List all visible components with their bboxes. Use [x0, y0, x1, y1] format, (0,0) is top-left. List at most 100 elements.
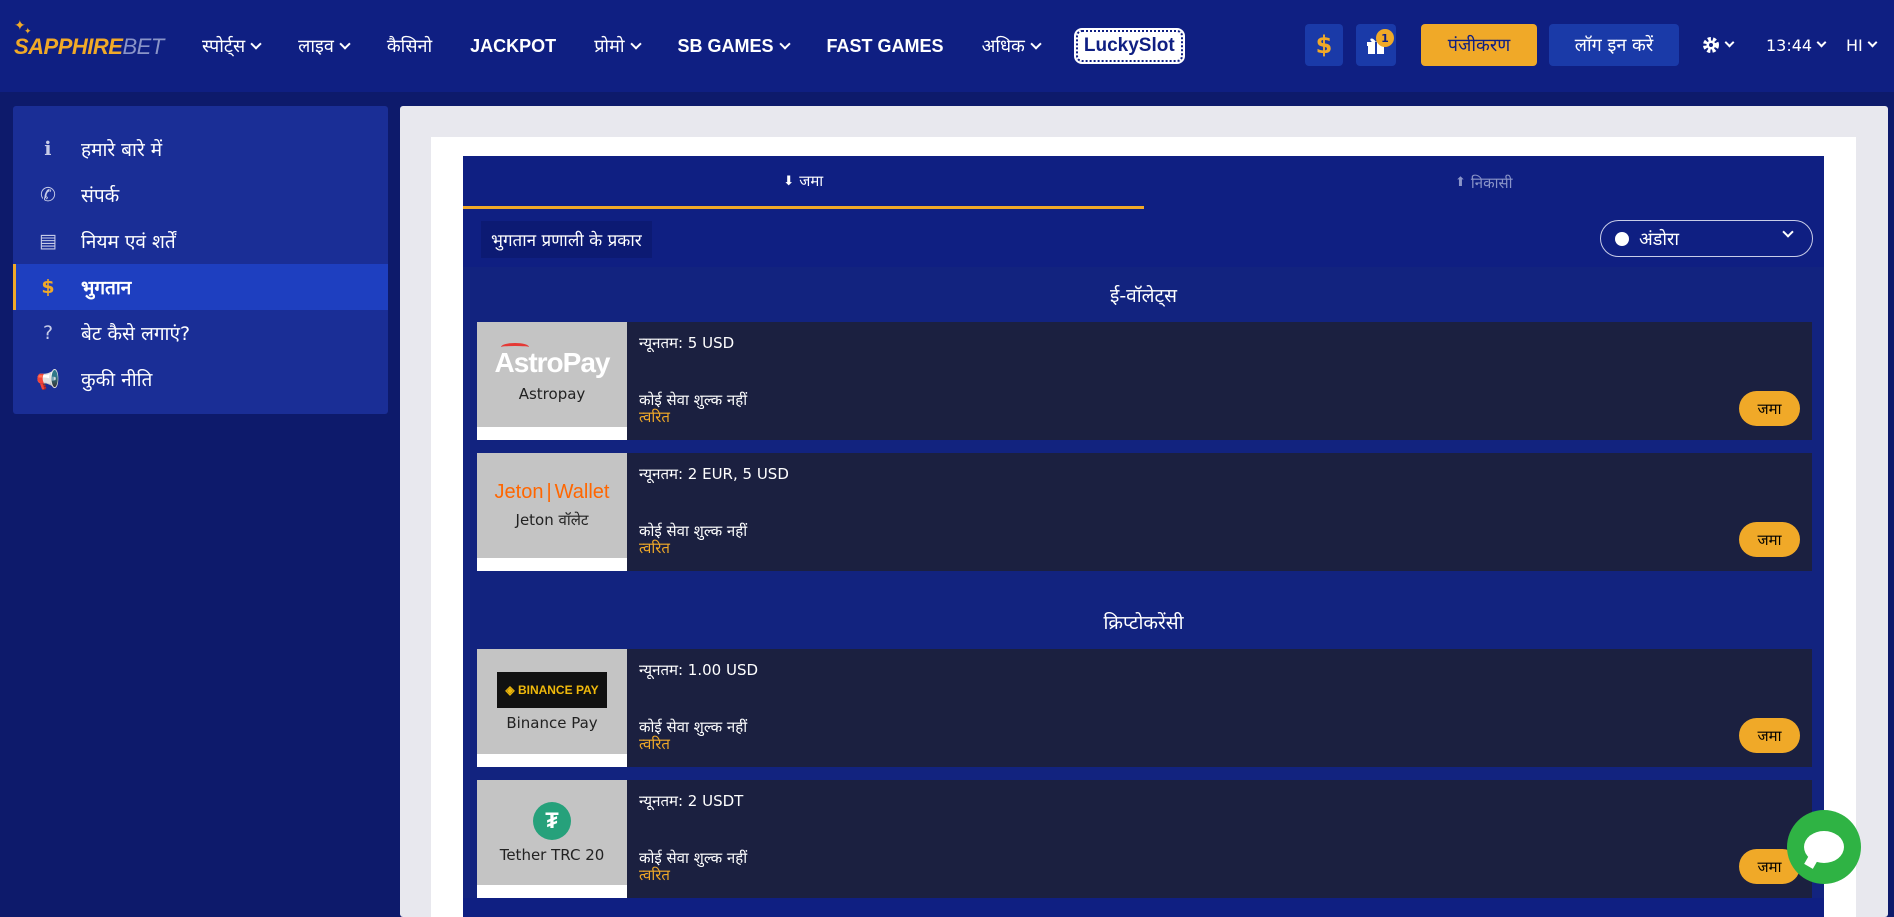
sidebar-item-label: हमारे बारे में — [81, 139, 163, 161]
nav-sports-label: स्पोर्ट्स — [202, 36, 246, 57]
deposit-button[interactable]: जमा — [1739, 522, 1800, 557]
sidebar-item-label: संपर्क — [81, 185, 120, 207]
live-chat-button[interactable] — [1787, 810, 1861, 884]
deposit-button[interactable]: जमा — [1739, 391, 1800, 426]
main-nav: स्पोर्ट्स लाइव कैसिनो JACKPOT प्रोमो SB … — [202, 0, 1221, 92]
nav-casino-label: कैसिनो — [386, 36, 433, 57]
nav-promo-label: प्रोमो — [594, 36, 625, 57]
tether-icon: ₮ — [533, 801, 571, 840]
gift-button[interactable]: 1 — [1356, 24, 1396, 66]
jeton-logo: Jeton | Wallet Jeton वॉलेट — [477, 453, 627, 558]
logo-text: SAPPHIREBET — [14, 34, 164, 60]
method-speed: त्वरित — [639, 408, 670, 426]
language-dropdown[interactable]: HI — [1846, 24, 1886, 66]
nav-sb-games[interactable]: SB GAMES — [677, 35, 791, 57]
nav-promo[interactable]: प्रोमो — [594, 34, 642, 58]
tab-deposit[interactable]: ⬇ जमा — [463, 156, 1144, 209]
clock-dropdown[interactable]: 13:44 — [1766, 24, 1832, 66]
sidebar-item-label: नियम एवं शर्तें — [81, 231, 176, 253]
nav-more-label: अधिक — [981, 36, 1025, 57]
method-info: न्यूनतम: 5 USD कोई सेवा शुल्क नहीं त्वरि… — [627, 322, 1812, 440]
deposit-button[interactable]: जमा — [1739, 718, 1800, 753]
nav-lucky-slot[interactable]: LuckySlot — [1073, 28, 1185, 64]
method-info: न्यूनतम: 1.00 USD कोई सेवा शुल्क नहीं त्… — [627, 649, 1812, 767]
chevron-down-icon — [1816, 37, 1827, 48]
download-icon: ⬇ — [783, 173, 795, 189]
register-label: पंजीकरण — [1447, 35, 1511, 56]
chevron-down-icon — [250, 37, 262, 50]
nav-fast-games[interactable]: FAST GAMES — [827, 36, 944, 57]
tab-withdrawal[interactable]: ⬆ निकासी — [1144, 156, 1825, 209]
login-button[interactable]: लॉग इन करें — [1549, 24, 1679, 66]
nav-more[interactable]: अधिक — [981, 34, 1042, 58]
payment-method-tether-trc20: ₮ Tether TRC 20 न्यूनतम: 2 USDT कोई सेवा… — [477, 780, 1812, 898]
gift-count-badge: 1 — [1376, 29, 1394, 47]
logo-text-bet: BET — [122, 34, 164, 59]
method-speed: त्वरित — [639, 866, 670, 884]
balance-button[interactable]: $ — [1305, 24, 1343, 66]
section-crypto: क्रिप्टोकरेंसी ◈ BINANCE PAY Binance Pay… — [463, 594, 1824, 898]
chevron-down-icon — [629, 37, 642, 50]
astropay-logo: AstroPay Astropay — [477, 322, 627, 427]
nav-fast-games-label: FAST GAMES — [826, 35, 944, 56]
settings-dropdown[interactable] — [1702, 24, 1746, 66]
nav-sports[interactable]: स्पोर्ट्स — [202, 34, 262, 58]
country-selected-value: अंडोरा — [1639, 228, 1680, 250]
sidebar-item-label: कुकी नीति — [81, 369, 153, 391]
sidebar-item-terms[interactable]: ▤ नियम एवं शर्तें — [13, 218, 388, 264]
clock-time: 13:44 — [1766, 35, 1813, 55]
info-icon: ℹ — [44, 138, 52, 160]
method-logo-card: AstroPay Astropay — [477, 322, 627, 440]
binance-wordmark: ◈ BINANCE PAY — [497, 671, 607, 708]
chevron-down-icon — [1782, 226, 1794, 238]
method-info: न्यूनतम: 2 USDT कोई सेवा शुल्क नहीं त्वर… — [627, 780, 1812, 898]
lucky-slot-label: LuckySlot — [1073, 28, 1185, 64]
sidebar-item-label: भुगतान — [81, 277, 132, 299]
nav-live[interactable]: लाइव — [298, 34, 351, 58]
jeton-divider: | — [546, 481, 552, 503]
chat-bubble-icon — [1804, 831, 1844, 863]
sidebar-item-cookie-policy[interactable]: 📢 कुकी नीति — [13, 356, 388, 402]
globe-icon — [1615, 231, 1629, 246]
sidebar-item-how-to-bet[interactable]: ? बेट कैसे लगाएं? — [13, 310, 388, 356]
chevron-down-icon — [1030, 37, 1042, 50]
method-minimum: न्यूनतम: 1.00 USD — [639, 661, 759, 679]
method-name: Binance Pay — [506, 713, 598, 732]
sapphirebet-logo[interactable]: ✦ ✦ SAPPHIREBET — [14, 18, 164, 68]
method-minimum: न्यूनतम: 5 USD — [639, 334, 735, 352]
method-info: न्यूनतम: 2 EUR, 5 USD कोई सेवा शुल्क नही… — [627, 453, 1812, 571]
payment-tabs: ⬇ जमा ⬆ निकासी — [463, 156, 1824, 209]
gear-icon — [1703, 37, 1719, 53]
chevron-down-icon — [1724, 37, 1735, 48]
sidebar-item-payments[interactable]: $ भुगतान — [13, 264, 388, 310]
nav-jackpot-label: JACKPOT — [470, 35, 557, 56]
logo-text-sapphire: SAPPHIRE — [14, 34, 123, 59]
phone-icon: ✆ — [40, 184, 56, 206]
astropay-wordmark: AstroPay — [495, 342, 610, 379]
method-name: Jeton वॉलेट — [515, 511, 589, 529]
jeton-wordmark-b: Wallet — [554, 481, 610, 503]
dollar-icon: $ — [1315, 31, 1333, 59]
sidebar-item-contact[interactable]: ✆ संपर्क — [13, 172, 388, 218]
dollar-icon: $ — [41, 276, 55, 298]
nav-sb-games-label: SB GAMES — [677, 35, 774, 56]
payments-container: ⬇ जमा ⬆ निकासी भुगतान प्रणाली के प्रकार … — [463, 156, 1824, 917]
country-select[interactable]: अंडोरा — [1600, 220, 1813, 257]
nav-jackpot[interactable]: JACKPOT — [470, 36, 556, 57]
method-name: Tether TRC 20 — [499, 845, 605, 864]
megaphone-icon: 📢 — [36, 368, 60, 391]
method-speed: त्वरित — [639, 735, 670, 753]
method-speed: त्वरित — [639, 539, 670, 557]
chevron-down-icon — [1867, 37, 1878, 48]
chevron-down-icon — [778, 37, 791, 50]
sidebar-item-about[interactable]: ℹ हमारे बारे में — [13, 126, 388, 172]
top-header: ✦ ✦ SAPPHIREBET स्पोर्ट्स लाइव कैसिनो JA… — [0, 0, 1894, 92]
login-label: लॉग इन करें — [1574, 35, 1654, 56]
sparkle-small-icon: ✦ — [24, 27, 32, 37]
register-button[interactable]: पंजीकरण — [1421, 24, 1537, 66]
section-title: क्रिप्टोकरेंसी — [1103, 611, 1184, 634]
method-logo-card: ₮ Tether TRC 20 — [477, 780, 627, 898]
nav-casino[interactable]: कैसिनो — [387, 34, 432, 58]
method-name: Astropay — [518, 384, 586, 403]
section-ewallets: ई-वॉलेट्स AstroPay Astropay न्यूनतम: 5 U… — [463, 267, 1824, 594]
